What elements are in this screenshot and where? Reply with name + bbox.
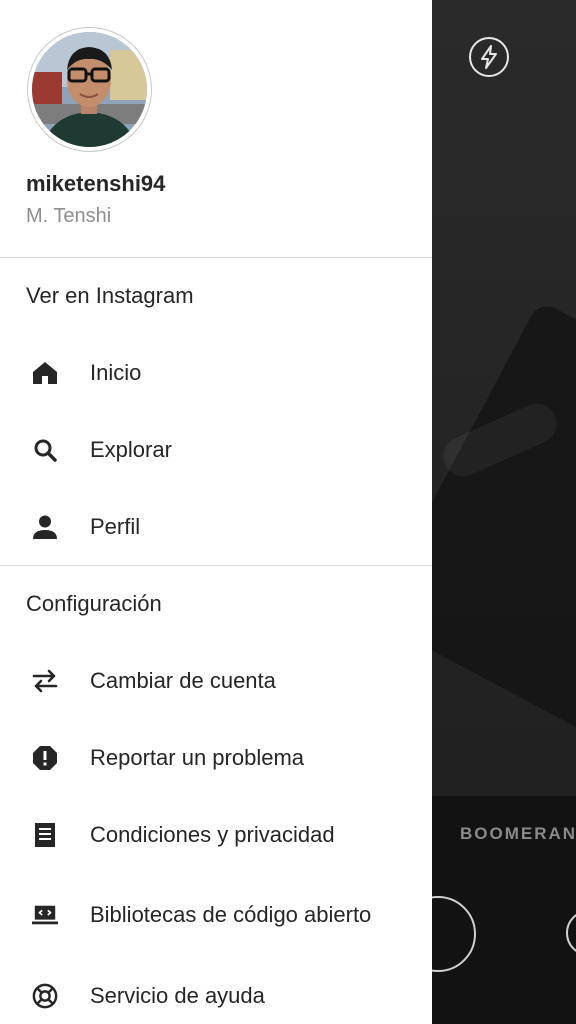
avatar[interactable] [27, 27, 152, 152]
menu-item-label: Explorar [90, 436, 172, 462]
menu-item-open-source[interactable]: Bibliotecas de código abierto [0, 873, 432, 957]
search-icon [32, 437, 58, 463]
menu-item-home[interactable]: Inicio [0, 334, 432, 411]
flash-button[interactable] [469, 37, 509, 77]
profile-header: miketenshi94 M. Tenshi [0, 0, 432, 258]
menu-item-label: Servicio de ayuda [90, 982, 265, 1008]
menu-item-terms-privacy[interactable]: Condiciones y privacidad [0, 796, 432, 873]
menu-item-switch-account[interactable]: Cambiar de cuenta [0, 642, 432, 719]
camera-mode-label[interactable]: BOOMERANG [460, 824, 576, 844]
menu-item-label: Condiciones y privacidad [90, 821, 335, 847]
code-laptop-icon [32, 902, 58, 928]
section-settings: Configuración [26, 591, 162, 616]
menu-item-explore[interactable]: Explorar [0, 411, 432, 488]
swap-arrows-icon [32, 668, 58, 694]
menu-item-label: Bibliotecas de código abierto [90, 902, 372, 927]
person-icon [32, 514, 58, 540]
screen: BOOMERANG [0, 0, 576, 1024]
menu-item-label: Perfil [90, 513, 141, 539]
alert-octagon-icon [32, 745, 58, 771]
section-view-on-instagram: Ver en Instagram [26, 283, 194, 308]
menu-item-report-problem[interactable]: Reportar un problema [0, 719, 432, 796]
menu-item-help-center[interactable]: Servicio de ayuda [0, 957, 432, 1024]
menu-item-label: Reportar un problema [90, 744, 305, 770]
navigation-drawer: miketenshi94 M. Tenshi Ver en Instagram … [0, 0, 432, 1024]
home-icon [32, 360, 58, 386]
document-icon [32, 822, 58, 848]
menu-item-profile[interactable]: Perfil [0, 488, 432, 565]
profile-username: miketenshi94 [26, 171, 166, 196]
lifebuoy-icon [32, 983, 58, 1009]
menu-item-label: Cambiar de cuenta [90, 667, 276, 693]
menu-item-label: Inicio [90, 359, 142, 385]
flash-icon [481, 45, 497, 69]
profile-full-name: M. Tenshi [26, 205, 112, 227]
avatar-photo [32, 32, 147, 147]
